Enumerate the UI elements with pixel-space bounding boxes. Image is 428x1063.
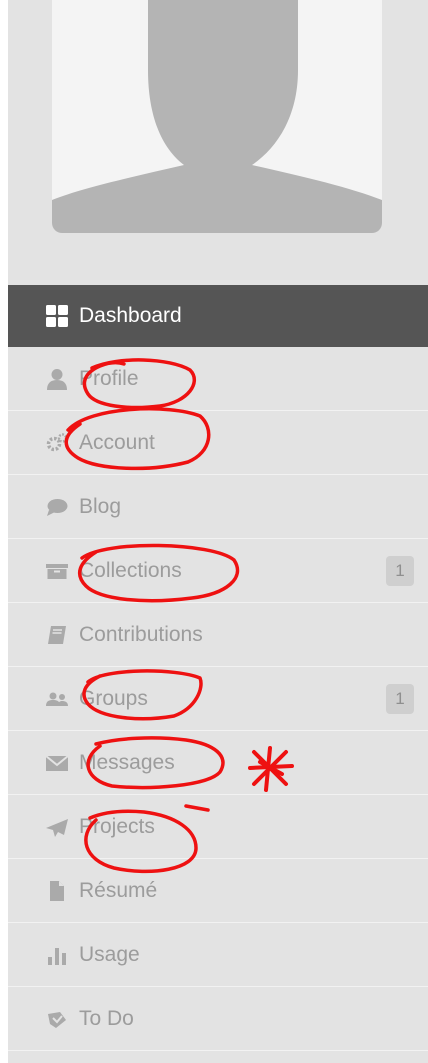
users-icon (45, 687, 69, 711)
sidebar-item-label: Account (79, 430, 155, 454)
bar-chart-icon (45, 943, 69, 967)
book-icon (45, 623, 69, 647)
sidebar: Dashboard Profile Account Blog Collectio (8, 0, 428, 1063)
collections-count-badge: 1 (386, 556, 414, 586)
sidebar-item-projects[interactable]: Projects (8, 795, 428, 859)
sidebar-item-label: Messages (79, 750, 175, 774)
sidebar-item-todo[interactable]: To Do (8, 987, 428, 1051)
sidebar-item-label: Dashboard (79, 304, 182, 327)
sidebar-item-groups[interactable]: Groups 1 (8, 667, 428, 731)
file-icon (45, 879, 69, 903)
todo-icon (45, 1007, 69, 1031)
sidebar-item-label: Groups (79, 686, 148, 710)
envelope-icon (45, 751, 69, 775)
sidebar-item-messages[interactable]: Messages (8, 731, 428, 795)
sidebar-item-usage[interactable]: Usage (8, 923, 428, 987)
sidebar-menu: Dashboard Profile Account Blog Collectio (8, 285, 428, 1051)
sidebar-item-label: Collections (79, 558, 182, 582)
sidebar-item-label: Profile (79, 366, 139, 390)
sidebar-item-collections[interactable]: Collections 1 (8, 539, 428, 603)
sidebar-item-resume[interactable]: Résumé (8, 859, 428, 923)
default-avatar-silhouette-icon (52, 0, 382, 233)
archive-icon (45, 559, 69, 583)
user-icon (45, 367, 69, 391)
sidebar-item-contributions[interactable]: Contributions (8, 603, 428, 667)
dashboard-icon (45, 304, 69, 328)
sidebar-item-label: Contributions (79, 622, 203, 646)
sidebar-item-account[interactable]: Account (8, 411, 428, 475)
sidebar-item-dashboard[interactable]: Dashboard (8, 285, 428, 347)
sidebar-item-blog[interactable]: Blog (8, 475, 428, 539)
sidebar-item-label: To Do (79, 1006, 134, 1030)
sidebar-item-label: Blog (79, 494, 122, 518)
sidebar-item-profile[interactable]: Profile (8, 347, 428, 411)
paper-plane-icon (45, 815, 69, 839)
sidebar-item-label: Projects (79, 814, 155, 838)
avatar[interactable] (52, 0, 382, 233)
groups-count-badge: 1 (386, 684, 414, 714)
sidebar-item-label: Résumé (79, 878, 158, 902)
comment-icon (45, 495, 69, 519)
gears-icon (45, 431, 69, 455)
sidebar-item-label: Usage (79, 942, 140, 966)
